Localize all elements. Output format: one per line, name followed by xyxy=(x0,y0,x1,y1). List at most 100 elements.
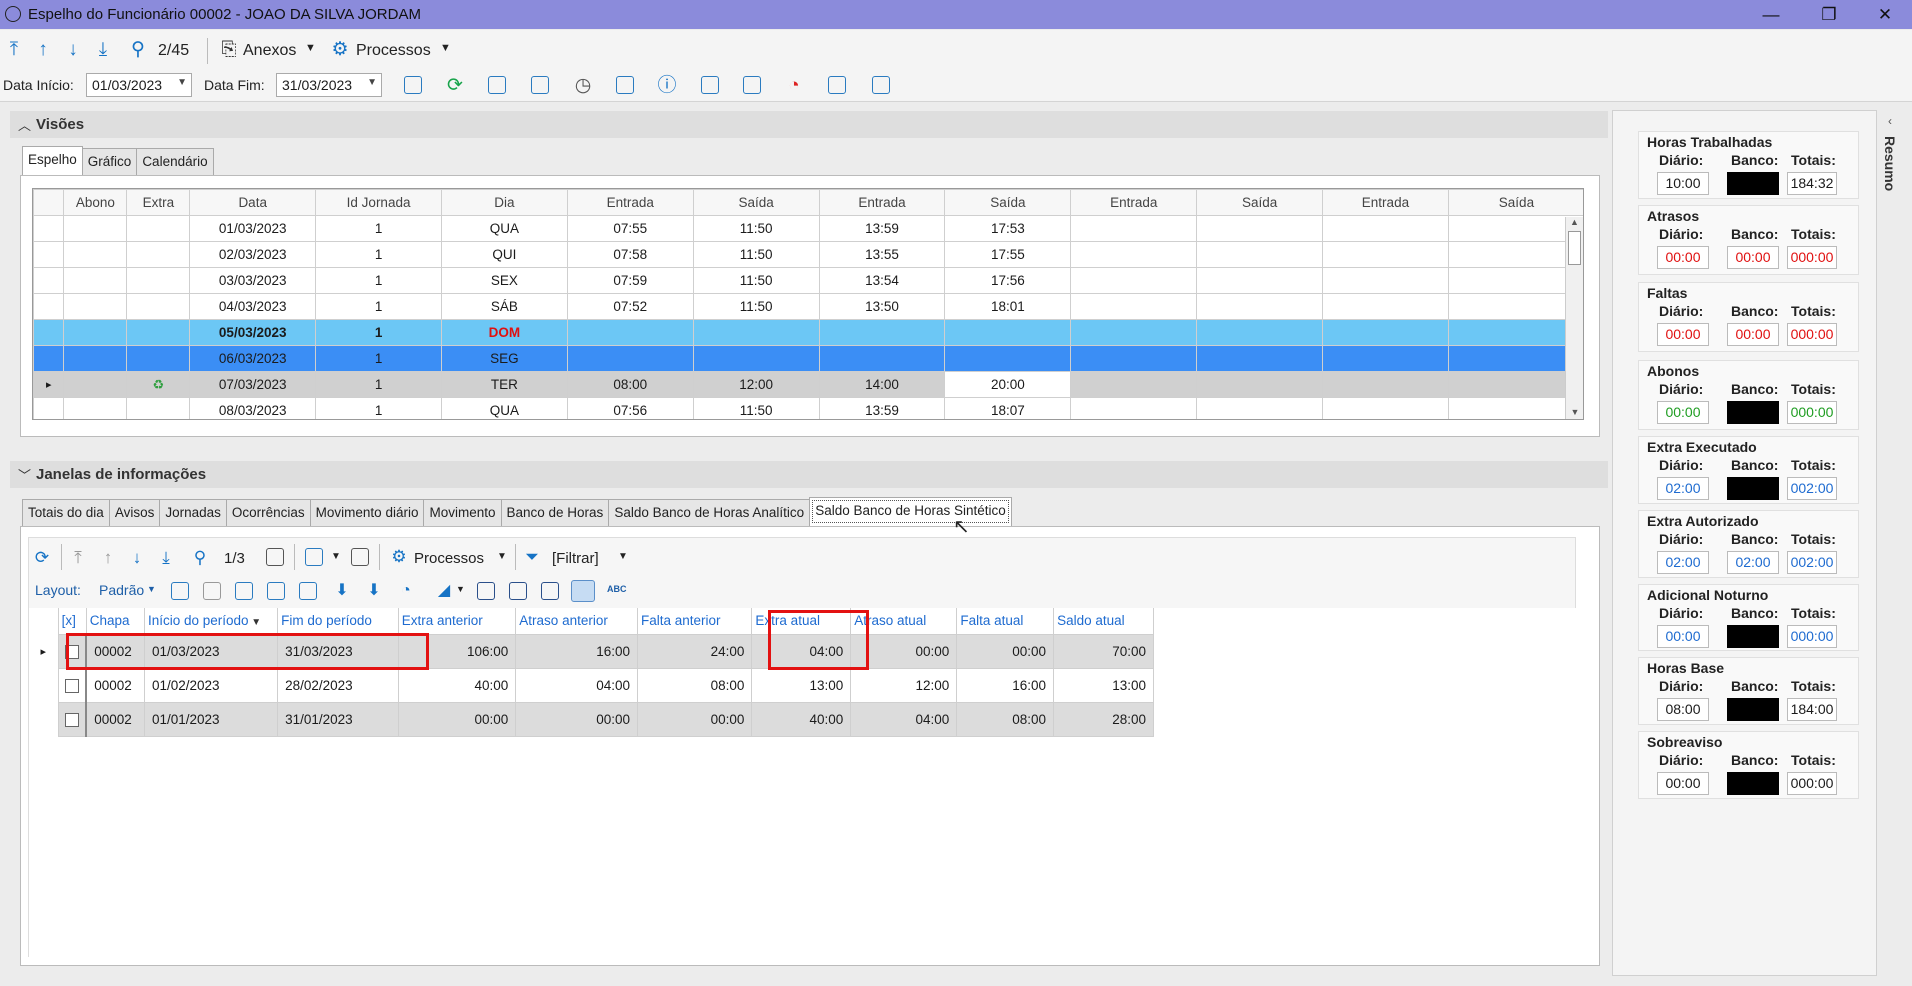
cell[interactable] xyxy=(126,267,191,294)
cell[interactable] xyxy=(1070,345,1198,372)
column-header[interactable]: Extra anterior xyxy=(397,608,517,635)
report-clock-icon[interactable] xyxy=(488,76,506,94)
column-header[interactable]: Abono xyxy=(63,189,128,216)
cell[interactable]: 12:00 xyxy=(692,371,820,398)
tab-espelho[interactable]: Espelho xyxy=(22,146,83,175)
table-row[interactable]: 03/03/2023 1 SEX 07:59 11:50 13:54 17:56 xyxy=(33,267,1583,294)
next-record-icon[interactable]: ↓ xyxy=(62,40,84,60)
cell[interactable]: 18:01 xyxy=(944,293,1072,320)
cell[interactable]: 03/03/2023 xyxy=(189,267,317,294)
cell[interactable] xyxy=(818,345,946,372)
cell[interactable] xyxy=(1322,267,1449,294)
tab-grafico[interactable]: Gráfico xyxy=(81,148,138,175)
cell[interactable]: 18:07 xyxy=(944,397,1072,419)
import-layout-icon[interactable] xyxy=(267,582,285,600)
janelas-header[interactable]: ﹀ Janelas de informações xyxy=(10,461,1608,488)
document-icon[interactable] xyxy=(351,548,369,566)
cell[interactable]: 11:50 xyxy=(692,267,820,294)
column-header[interactable]: Atraso anterior xyxy=(515,608,638,635)
cell[interactable] xyxy=(63,345,128,372)
chevron-down-icon[interactable]: ▼ xyxy=(497,551,507,562)
tab-janela-4[interactable]: Movimento diário xyxy=(309,499,425,526)
cell[interactable]: TER xyxy=(441,371,568,398)
cell[interactable]: SÁB xyxy=(441,293,568,320)
cell[interactable]: 07:59 xyxy=(566,267,694,294)
cell[interactable]: 07:58 xyxy=(566,241,694,268)
panel-bottom-icon[interactable] xyxy=(477,582,495,600)
export-layout-icon[interactable] xyxy=(299,582,317,600)
column-header[interactable]: Falta atual xyxy=(956,608,1055,635)
cell[interactable] xyxy=(818,319,946,346)
cell[interactable]: 13:55 xyxy=(818,241,946,268)
column-header[interactable]: Fim do período xyxy=(277,608,399,635)
cell[interactable]: 11:50 xyxy=(692,293,820,320)
column-header[interactable]: Saída xyxy=(1447,189,1583,216)
panel-middle-icon[interactable] xyxy=(509,582,527,600)
cell[interactable]: 07/03/2023 xyxy=(189,371,317,398)
chevron-down-icon[interactable]: ▼ xyxy=(147,584,156,594)
tab-janela-3[interactable]: Ocorrências xyxy=(225,499,311,526)
filtrar-button[interactable]: [Filtrar] xyxy=(552,550,599,567)
cell[interactable] xyxy=(63,371,128,398)
cell[interactable]: 13:59 xyxy=(818,215,946,242)
resumo-toggle[interactable]: ‹ Resumo xyxy=(1882,110,1906,310)
scrollbar-thumb[interactable] xyxy=(1568,231,1581,265)
tab-janela-6[interactable]: Banco de Horas xyxy=(500,499,610,526)
cell[interactable] xyxy=(1447,293,1583,320)
table-row[interactable]: 00002 01/01/2023 31/01/2023 00:00 00:00 00:00… xyxy=(29,701,1154,737)
table-row[interactable]: 00002 01/02/2023 28/02/2023 40:00 04:00 08:00… xyxy=(29,667,1154,703)
column-header[interactable]: Id Jornada xyxy=(315,189,442,216)
cell[interactable]: SEG xyxy=(441,345,568,372)
cell[interactable]: 13:50 xyxy=(818,293,946,320)
cell[interactable] xyxy=(126,319,191,346)
person-card-icon[interactable] xyxy=(701,76,719,94)
chevron-down-icon[interactable]: ▼ xyxy=(305,42,316,54)
search-icon[interactable]: ⚲ xyxy=(189,548,211,568)
cell[interactable] xyxy=(126,241,191,268)
refresh-icon[interactable]: ⟳ xyxy=(444,76,466,96)
cell[interactable]: 17:55 xyxy=(944,241,1072,268)
cell[interactable] xyxy=(566,345,694,372)
cell[interactable]: 05/03/2023 xyxy=(189,319,317,346)
column-header[interactable]: Entrada xyxy=(818,189,946,216)
cell[interactable] xyxy=(1196,397,1324,419)
cell[interactable] xyxy=(1070,241,1198,268)
cell[interactable] xyxy=(566,319,694,346)
cell[interactable] xyxy=(1070,215,1198,242)
cell[interactable] xyxy=(126,293,191,320)
cell[interactable]: 1 xyxy=(315,319,442,346)
sort-desc-icon[interactable]: ▼ xyxy=(249,617,261,628)
save-layout-icon[interactable] xyxy=(235,582,253,600)
cell[interactable] xyxy=(126,397,191,419)
pin-icon[interactable]: ⬇ xyxy=(363,581,385,601)
chevron-down-icon[interactable]: ▼ xyxy=(456,584,465,594)
cell[interactable] xyxy=(63,293,128,320)
cell[interactable] xyxy=(1322,319,1449,346)
cell[interactable] xyxy=(1070,319,1198,346)
column-header[interactable]: Saída xyxy=(692,189,820,216)
table-row[interactable]: 08/03/2023 1 QUA 07:56 11:50 13:59 18:07 xyxy=(33,397,1583,419)
cell[interactable]: 1 xyxy=(315,293,442,320)
cell[interactable]: 1 xyxy=(315,215,442,242)
cell[interactable]: 01/03/2023 xyxy=(189,215,317,242)
cell[interactable] xyxy=(1447,371,1583,398)
cell[interactable]: ♻ xyxy=(126,371,191,398)
cell[interactable]: DOM xyxy=(441,319,568,346)
chevron-left-icon[interactable]: ‹ xyxy=(1888,114,1892,128)
cell[interactable]: 07:56 xyxy=(566,397,694,419)
refresh-icon[interactable]: ⟳ xyxy=(31,548,53,568)
minimize-button[interactable]: — xyxy=(1748,2,1794,28)
add-layout-icon[interactable] xyxy=(171,582,189,600)
edit-icon[interactable] xyxy=(404,76,422,94)
cell[interactable] xyxy=(1322,215,1449,242)
columns-icon[interactable] xyxy=(266,548,284,566)
cell[interactable] xyxy=(1196,241,1324,268)
shapes-icon[interactable]: ◔ xyxy=(395,581,417,601)
cell[interactable]: 20:00 xyxy=(944,371,1072,398)
cell[interactable] xyxy=(1196,371,1324,398)
cell[interactable] xyxy=(1447,345,1583,372)
cell[interactable] xyxy=(1322,241,1449,268)
tab-janela-1[interactable]: Avisos xyxy=(108,499,161,526)
cell[interactable]: 11:50 xyxy=(692,241,820,268)
table-row[interactable]: 02/03/2023 1 QUI 07:58 11:50 13:55 17:55 xyxy=(33,241,1583,268)
